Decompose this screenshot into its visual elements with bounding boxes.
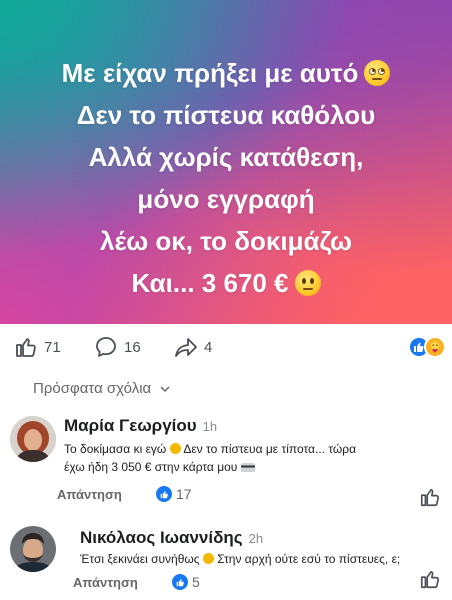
post-line-3: Αλλά χωρίς κατάθεση,: [88, 142, 364, 172]
comment-author[interactable]: Νικόλαος Ιωαννίδης 2h: [80, 528, 263, 548]
post-line-1: Με είχαν πρήξει με αυτό: [62, 52, 391, 94]
comment-time: 1h: [202, 419, 218, 434]
reply-button[interactable]: Απάντηση: [73, 575, 138, 590]
reply-button[interactable]: Απάντηση: [57, 487, 122, 502]
thumbs-up-icon[interactable]: [419, 486, 441, 508]
eye-roll-emoji-icon: [364, 60, 391, 86]
like-button[interactable]: 71: [14, 335, 61, 359]
post-line-6: Και... 3 670 €: [131, 262, 321, 304]
neutral-face-emoji-icon: [294, 270, 321, 296]
comment-button[interactable]: 16: [94, 335, 141, 359]
post-line-4: μόνο εγγραφή: [137, 184, 315, 214]
post-line-5: λέω οκ, το δοκιμάζω: [100, 226, 352, 256]
like-reaction-icon: [172, 574, 188, 590]
credit-card-icon: [240, 463, 255, 472]
share-arrow-icon: [175, 338, 197, 357]
avatar[interactable]: [10, 526, 56, 572]
comment-text: Το δοκίμασα κι εγώ Δεν το πίστευα με τίπ…: [64, 442, 357, 474]
share-button[interactable]: 4: [174, 335, 212, 359]
comment-count: 16: [124, 338, 141, 356]
smile-emoji-icon: [202, 553, 214, 564]
comments-sort-dropdown[interactable]: Πρόσφατα σχόλια: [33, 380, 171, 397]
avatar[interactable]: [10, 416, 56, 462]
comment-like-count[interactable]: 5: [172, 574, 200, 590]
share-count: 4: [204, 338, 213, 356]
thumbs-up-icon[interactable]: [419, 568, 441, 590]
like-reaction-icon: [156, 486, 172, 502]
like-count: 71: [44, 338, 61, 356]
post-image[interactable]: Με είχαν πρήξει με αυτό Δεν το πίστευα κ…: [0, 0, 452, 324]
comment-time: 2h: [248, 531, 264, 546]
smile-emoji-icon: [169, 443, 181, 454]
comment-bubble-icon: [96, 337, 116, 357]
comment-author[interactable]: Μαρία Γεωργίου 1h: [64, 416, 217, 436]
thumbs-up-icon: [16, 338, 36, 357]
user-avatar-icon: [10, 526, 56, 572]
comments-sort-label: Πρόσφατα σχόλια: [33, 380, 152, 397]
reaction-summary[interactable]: [408, 336, 446, 358]
comment-text: Έτσι ξεκινάει συνήθως Στην αρχή ούτε εσύ…: [80, 552, 401, 566]
post-text: Με είχαν πρήξει με αυτό Δεν το πίστευα κ…: [0, 52, 452, 304]
comment-like-count[interactable]: 17: [156, 486, 192, 502]
post-action-bar: 71 16 4: [0, 324, 452, 370]
chevron-down-icon: [160, 385, 170, 392]
post-line-2: Δεν το πίστευα καθόλου: [76, 100, 376, 130]
care-reaction-icon: [424, 336, 446, 358]
user-avatar-icon: [10, 416, 56, 462]
